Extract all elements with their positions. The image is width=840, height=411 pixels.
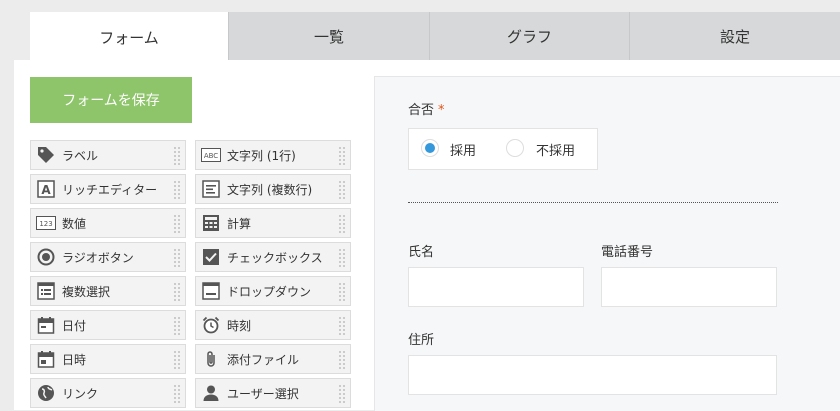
phone-input[interactable] [601, 267, 777, 307]
tab-graph[interactable]: グラフ [429, 12, 629, 60]
drag-handle-icon [338, 214, 346, 234]
palette-item-attachment[interactable]: 添付ファイル [195, 344, 351, 374]
calendar-time-icon [36, 349, 56, 369]
palette-item-link[interactable]: リンク [30, 378, 186, 408]
alarm-clock-icon [201, 315, 221, 335]
drag-handle-icon [338, 384, 346, 404]
drag-handle-icon [173, 248, 181, 268]
number-icon: 123 [36, 213, 56, 233]
calculator-icon [201, 213, 221, 233]
name-field-label: 氏名 [408, 245, 435, 260]
palette-item-label[interactable]: ラベル [30, 140, 186, 170]
palette-item-dropdown[interactable]: ドロップダウン [195, 276, 351, 306]
tab-form[interactable]: フォーム [30, 12, 228, 62]
name-input[interactable] [408, 267, 584, 307]
drag-handle-icon [338, 282, 346, 302]
palette-item-multi-line-text[interactable]: 文字列 (複数行) [195, 174, 351, 204]
approval-field-label: 合否 * [408, 103, 445, 118]
drag-handle-icon [338, 180, 346, 200]
palette-item-single-line-text[interactable]: ABC 文字列 (1行) [195, 140, 351, 170]
form-layout-canvas: 合否 * 採用 不採用 氏名 電話番号 住所 [374, 76, 840, 411]
svg-text:123: 123 [39, 220, 52, 228]
tab-bar: フォーム 一覧 グラフ 設定 [30, 12, 840, 62]
abc-text-icon: ABC [201, 145, 221, 165]
svg-text:A: A [41, 183, 51, 197]
palette-item-user-select[interactable]: ユーザー選択 [195, 378, 351, 408]
tag-icon [36, 145, 56, 165]
palette-item-radio-button[interactable]: ラジオボタン [30, 242, 186, 272]
approval-radio-group: 採用 不採用 [408, 128, 598, 170]
drag-handle-icon [173, 214, 181, 234]
drag-handle-icon [173, 350, 181, 370]
drag-handle-icon [338, 248, 346, 268]
drag-handle-icon [338, 316, 346, 336]
checkbox-icon [201, 247, 221, 267]
form-editor-panel: フォームを保存 ラベル ABC 文字列 (1行) A リッチエディター 文字列 … [14, 60, 840, 411]
drag-handle-icon [338, 146, 346, 166]
rich-editor-icon: A [36, 179, 56, 199]
dropdown-icon [201, 281, 221, 301]
radio-reject-label: 不採用 [536, 144, 576, 159]
phone-field-label: 電話番号 [601, 245, 654, 260]
address-field-label: 住所 [408, 333, 435, 348]
radio-accept[interactable] [421, 139, 439, 157]
tab-list[interactable]: 一覧 [228, 12, 429, 60]
palette-item-datetime[interactable]: 日時 [30, 344, 186, 374]
tab-settings[interactable]: 設定 [629, 12, 840, 60]
globe-link-icon [36, 383, 56, 403]
required-mark: * [438, 103, 445, 118]
drag-handle-icon [173, 146, 181, 166]
palette-item-date[interactable]: 日付 [30, 310, 186, 340]
drag-handle-icon [173, 384, 181, 404]
palette-item-multi-select[interactable]: 複数選択 [30, 276, 186, 306]
drag-handle-icon [173, 282, 181, 302]
field-divider [408, 202, 778, 203]
calendar-icon [36, 315, 56, 335]
palette-item-rich-editor[interactable]: A リッチエディター [30, 174, 186, 204]
drag-handle-icon [173, 180, 181, 200]
radio-button-icon [36, 247, 56, 267]
palette-item-calculation[interactable]: 計算 [195, 208, 351, 238]
multi-select-icon [36, 281, 56, 301]
palette-item-time[interactable]: 時刻 [195, 310, 351, 340]
radio-reject[interactable] [506, 139, 524, 157]
drag-handle-icon [338, 350, 346, 370]
multiline-text-icon [201, 179, 221, 199]
radio-accept-label: 採用 [450, 144, 477, 159]
svg-text:ABC: ABC [204, 152, 218, 160]
paperclip-icon [201, 349, 221, 369]
palette-item-number[interactable]: 123 数値 [30, 208, 186, 238]
save-form-button[interactable]: フォームを保存 [30, 77, 192, 123]
drag-handle-icon [173, 316, 181, 336]
user-icon [201, 383, 221, 403]
palette-item-checkbox[interactable]: チェックボックス [195, 242, 351, 272]
address-input[interactable] [408, 355, 777, 395]
